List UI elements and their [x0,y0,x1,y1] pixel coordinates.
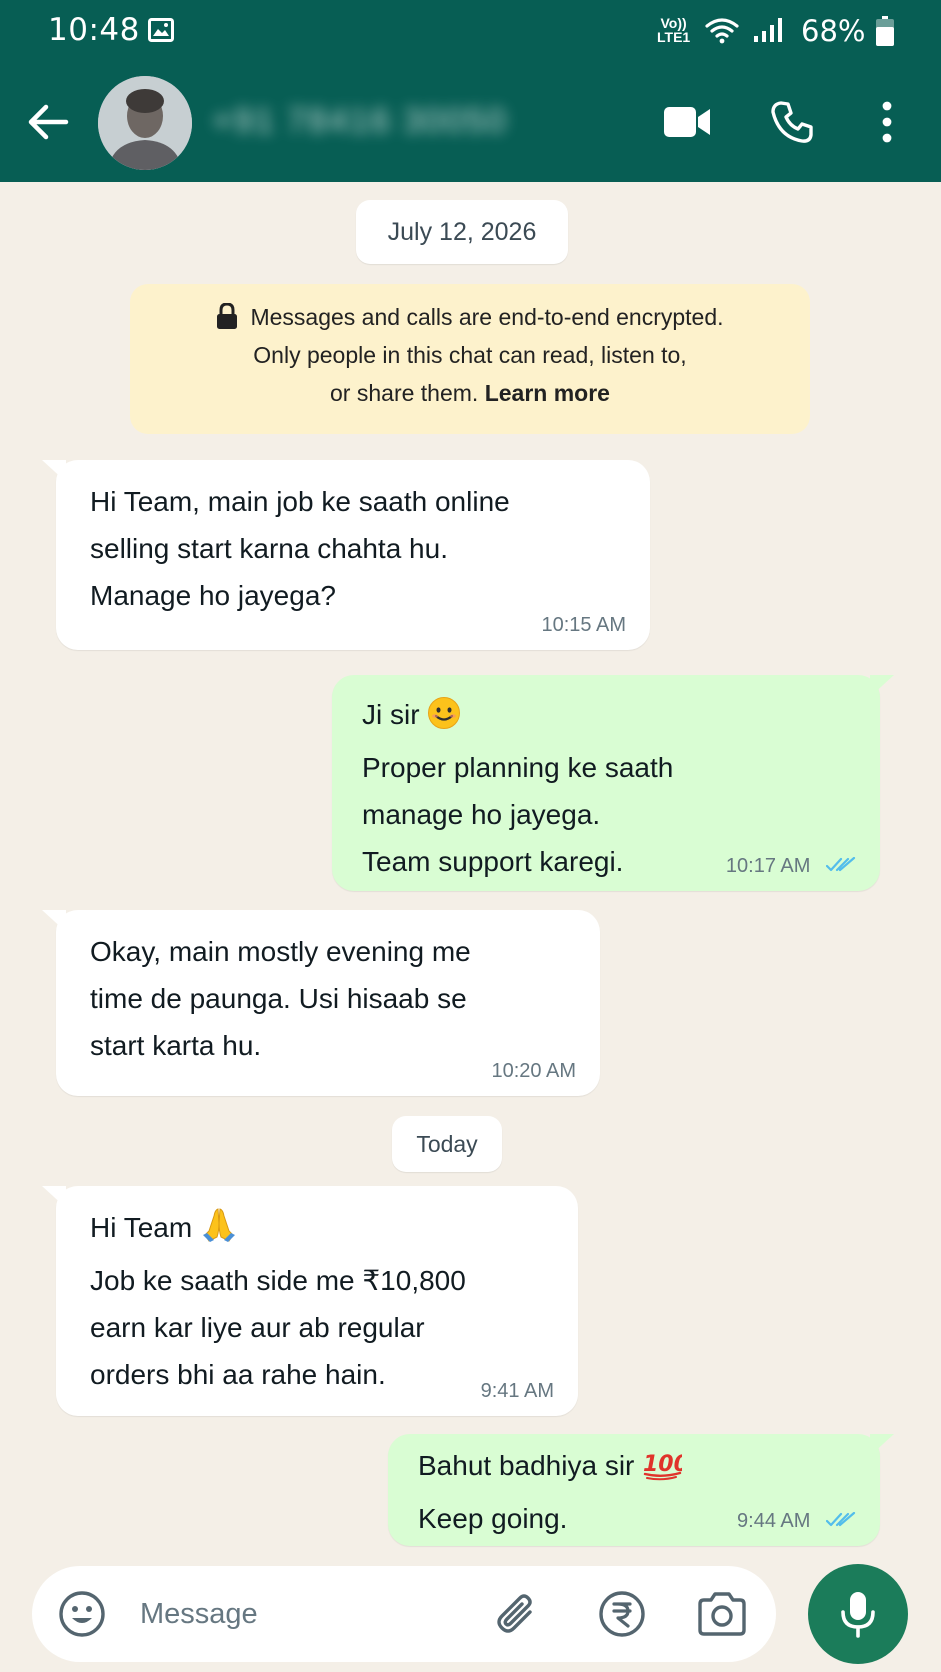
signal-icon [754,18,782,42]
back-arrow-icon[interactable] [26,100,70,144]
bubble-tail [42,1186,66,1208]
encryption-line-3: or share them. [330,380,479,406]
incoming-message[interactable]: Hi Team, main job ke saath online sellin… [42,460,650,650]
attach-paperclip-icon[interactable] [492,1590,542,1638]
message-first-line: Hi Team [90,1212,193,1243]
gallery-notification-icon [148,18,174,42]
message-text: Job ke saath side me ₹10,800 earn kar li… [90,1265,466,1390]
message-text: Okay, main mostly evening me time de pau… [90,936,471,1061]
status-time: 10:48 [48,12,140,48]
emoji-icon[interactable] [58,1590,106,1638]
message-first-line: Ji sir [362,699,420,730]
message-time: 9:41 AM [480,1380,554,1402]
voice-message-button[interactable] [808,1564,908,1664]
date-separator: July 12, 2026 [356,200,568,264]
message-time: 9:44 AM [737,1510,811,1532]
bubble-tail [42,460,66,482]
wifi-icon [705,18,739,44]
outgoing-message[interactable]: Bahut badhiya sir 100 Keep going. 9:44 A… [388,1434,894,1546]
date-separator-today: Today [392,1116,502,1172]
battery-percentage: 68% [801,14,866,48]
learn-more-link[interactable]: Learn more [485,380,610,406]
contact-name[interactable]: +91 78416 30050 [212,102,508,141]
app-bar: 10:48 Vo)) LTE1 68% +91 78416 30050 [0,0,941,182]
hundred-points-emoji: 100 [642,1448,689,1495]
bubble-tail [42,910,66,932]
smiling-face-emoji [427,696,461,744]
battery-icon [876,16,894,46]
more-vertical-icon[interactable] [880,100,894,144]
volte-indicator: Vo)) LTE1 [657,16,690,44]
microphone-icon [841,1592,875,1638]
message-time: 10:20 AM [491,1060,576,1082]
volte-label: Vo)) [660,15,687,31]
encryption-line-1: Messages and calls are end-to-end encryp… [250,304,724,330]
double-check-read-icon [826,857,856,872]
message-first-line: Bahut badhiya sir [418,1450,635,1481]
message-text: Hi Team, main job ke saath online sellin… [90,486,510,611]
message-meta: 9:44 AM [737,1510,856,1532]
camera-icon[interactable] [696,1590,748,1638]
message-time: 10:15 AM [541,614,626,636]
bubble-tail [870,675,894,697]
payment-rupee-icon[interactable] [598,1590,646,1638]
message-time: 10:17 AM [725,855,811,877]
lte-label: LTE1 [657,29,691,45]
video-call-icon[interactable] [662,104,712,140]
incoming-message[interactable]: Okay, main mostly evening me time de pau… [42,910,600,1096]
phone-icon[interactable] [770,100,814,144]
lock-icon [217,303,238,329]
contact-avatar[interactable] [98,76,192,170]
encryption-line-2: Only people in this chat can read, liste… [253,342,687,368]
double-check-read-icon [826,1512,856,1527]
message-meta: 10:17 AM [726,855,856,877]
message-composer [32,1566,776,1662]
folded-hands-emoji [200,1207,238,1257]
outgoing-message[interactable]: Ji sir Proper planning ke saath manage h… [332,675,894,891]
avatar-photo [98,76,192,170]
incoming-message[interactable]: Hi Team Job ke saath side me ₹10,800 ear… [42,1186,578,1416]
bubble-tail [870,1434,894,1456]
message-input[interactable] [140,1588,480,1640]
encryption-notice[interactable]: Messages and calls are end-to-end encryp… [130,284,810,434]
status-bar: 10:48 Vo)) LTE1 68% [0,0,941,64]
